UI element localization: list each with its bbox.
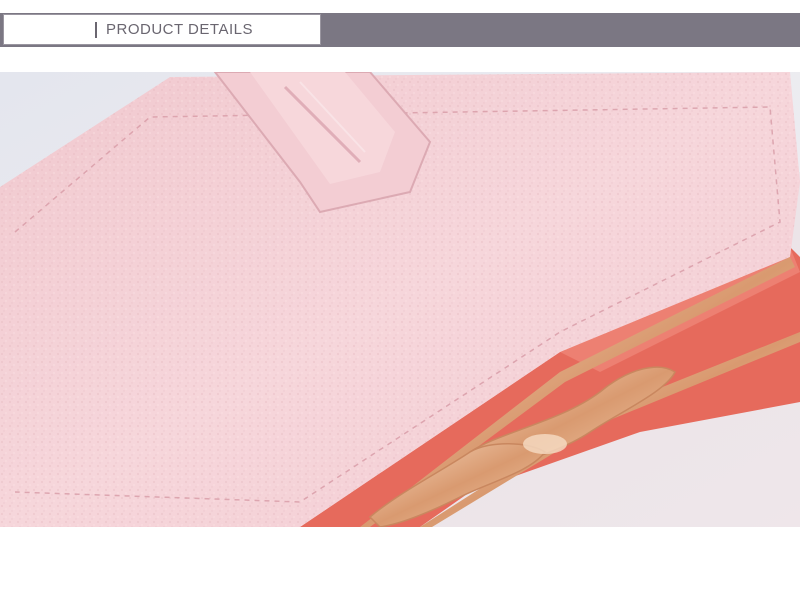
section-title: PRODUCT DETAILS — [106, 21, 253, 38]
title-divider — [95, 22, 97, 38]
wallet-illustration — [0, 72, 800, 527]
product-photo — [0, 72, 800, 527]
